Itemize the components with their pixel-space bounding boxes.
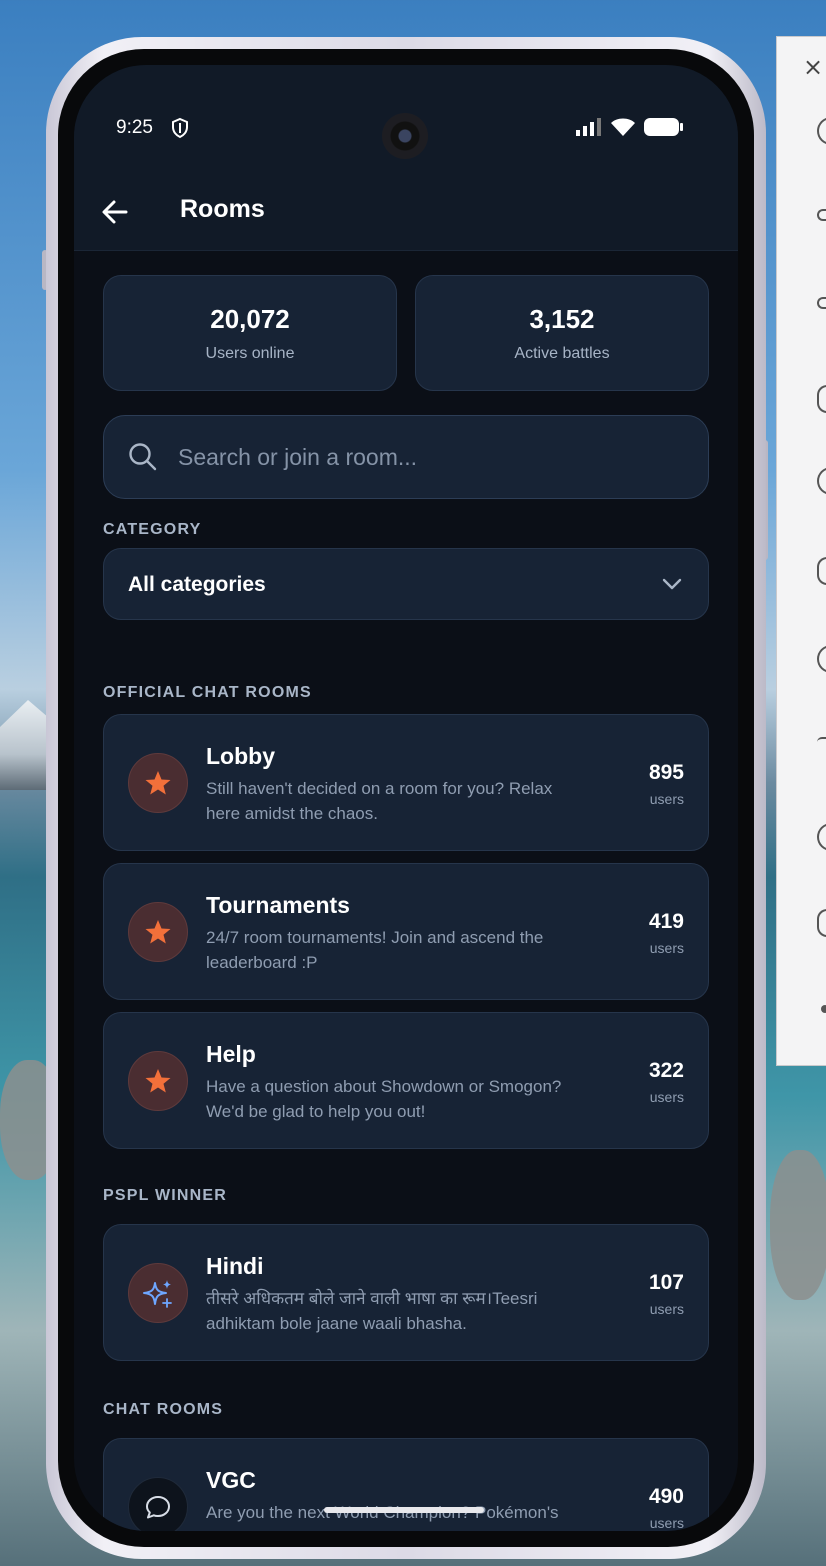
- room-user-count: 419 users: [649, 910, 684, 956]
- room-name: VGC: [206, 1467, 256, 1493]
- phone-screen: 9:25 Rooms 20,072 Users online 3,152 Act…: [74, 65, 738, 1531]
- signal-icon: [576, 118, 601, 136]
- fold-icon[interactable]: [817, 557, 826, 585]
- room-description: तीसरे अधिकतम बोले जाने वाली भाषा का रूम।…: [206, 1289, 538, 1333]
- snapshot-icon[interactable]: [817, 909, 826, 937]
- screenshot-icon[interactable]: [817, 467, 826, 495]
- star-icon: [145, 771, 171, 795]
- room-count-value: 490: [648, 1485, 684, 1508]
- rotate-icon[interactable]: [817, 385, 826, 413]
- wifi-icon: [611, 118, 635, 136]
- stat-value: 3,152: [529, 304, 595, 334]
- room-description: Are you the next World Champion? Pokémon…: [206, 1503, 559, 1531]
- shield-icon: [172, 117, 188, 139]
- stat-label: Active battles: [514, 345, 610, 362]
- room-card-tournaments[interactable]: Tournaments 24/7 room tournaments! Join …: [103, 863, 709, 1000]
- room-description: Still haven't decided on a room for you?…: [206, 779, 553, 823]
- back-nav-icon[interactable]: [817, 645, 826, 673]
- status-time: 9:25: [116, 117, 153, 138]
- sparkle-icon: [143, 1280, 172, 1308]
- more-icon[interactable]: [821, 1005, 826, 1013]
- home-nav-icon[interactable]: [817, 737, 826, 747]
- room-count-unit: users: [649, 1301, 684, 1317]
- room-card-vgc[interactable]: VGC Are you the next World Champion? Pok…: [103, 1438, 709, 1531]
- app-bar: Rooms: [74, 173, 738, 251]
- stat-card-active-battles: 3,152 Active battles: [415, 275, 709, 391]
- back-arrow-icon[interactable]: [100, 197, 130, 227]
- status-icons: [576, 117, 684, 137]
- room-name: Help: [206, 1041, 256, 1067]
- front-camera: [382, 113, 428, 159]
- home-indicator[interactable]: [324, 1507, 484, 1513]
- section-official-chat-rooms: OFFICIAL CHAT ROOMS: [103, 684, 312, 701]
- close-icon[interactable]: ×: [803, 55, 823, 79]
- power-icon[interactable]: [817, 117, 826, 145]
- emulator-toolbar: ×: [776, 36, 826, 1066]
- room-name: Hindi: [206, 1253, 264, 1279]
- phone-frame: 9:25 Rooms 20,072 Users online 3,152 Act…: [46, 37, 766, 1559]
- room-user-count: 490 users: [649, 1485, 684, 1531]
- room-count-unit: users: [649, 1089, 684, 1105]
- room-count-value: 322: [648, 1059, 684, 1082]
- room-description: 24/7 room tournaments! Join and ascend t…: [206, 928, 544, 972]
- phone-bezel: 9:25 Rooms 20,072 Users online 3,152 Act…: [58, 49, 754, 1547]
- stat-card-users-online: 20,072 Users online: [103, 275, 397, 391]
- battery-icon: [644, 118, 683, 136]
- room-card-help[interactable]: Help Have a question about Showdown or S…: [103, 1012, 709, 1149]
- volume-up-icon[interactable]: [817, 209, 826, 221]
- section-pspl-winner: PSPL WINNER: [103, 1187, 228, 1204]
- stat-value: 20,072: [210, 304, 290, 334]
- category-select[interactable]: All categories: [103, 548, 709, 620]
- star-icon: [145, 920, 171, 944]
- category-label: CATEGORY: [103, 521, 202, 538]
- rooms-content: 20,072 Users online 3,152 Active battles: [103, 275, 709, 1531]
- room-user-count: 322 users: [649, 1059, 684, 1105]
- room-count-unit: users: [649, 791, 684, 807]
- room-count-unit: users: [649, 940, 684, 956]
- room-avatar: [128, 753, 188, 813]
- room-description: Have a question about Showdown or Smogon…: [206, 1077, 562, 1121]
- chat-bubble-icon: [146, 1496, 170, 1519]
- room-avatar: [128, 1477, 188, 1531]
- chevron-down-icon: [662, 578, 682, 590]
- room-user-count: 895 users: [649, 761, 684, 807]
- page-title: Rooms: [180, 195, 265, 223]
- section-chat-rooms: CHAT ROOMS: [103, 1401, 224, 1418]
- search-icon: [129, 443, 157, 471]
- stat-label: Users online: [205, 345, 295, 362]
- room-count-value: 419: [648, 910, 684, 933]
- room-card-lobby[interactable]: Lobby Still haven't decided on a room fo…: [103, 714, 709, 851]
- volume-down-icon[interactable]: [817, 297, 826, 309]
- room-avatar: [128, 902, 188, 962]
- room-avatar: [128, 1263, 188, 1323]
- search-box[interactable]: [103, 415, 709, 499]
- category-selected-value: All categories: [128, 573, 266, 596]
- room-name: Tournaments: [206, 892, 350, 918]
- room-card-hindi[interactable]: Hindi तीसरे अधिकतम बोले जाने वाली भाषा क…: [103, 1224, 709, 1361]
- search-input[interactable]: [178, 416, 678, 498]
- background-rock: [770, 1150, 826, 1300]
- room-count-unit: users: [649, 1515, 684, 1531]
- status-bar: 9:25: [74, 65, 738, 173]
- overview-icon[interactable]: [817, 823, 826, 851]
- star-icon: [145, 1069, 171, 1093]
- room-count-value: 107: [648, 1271, 684, 1294]
- stats-row: 20,072 Users online 3,152 Active battles: [103, 275, 709, 391]
- room-user-count: 107 users: [649, 1271, 684, 1317]
- room-count-value: 895: [648, 761, 684, 784]
- room-name: Lobby: [206, 743, 275, 769]
- room-avatar: [128, 1051, 188, 1111]
